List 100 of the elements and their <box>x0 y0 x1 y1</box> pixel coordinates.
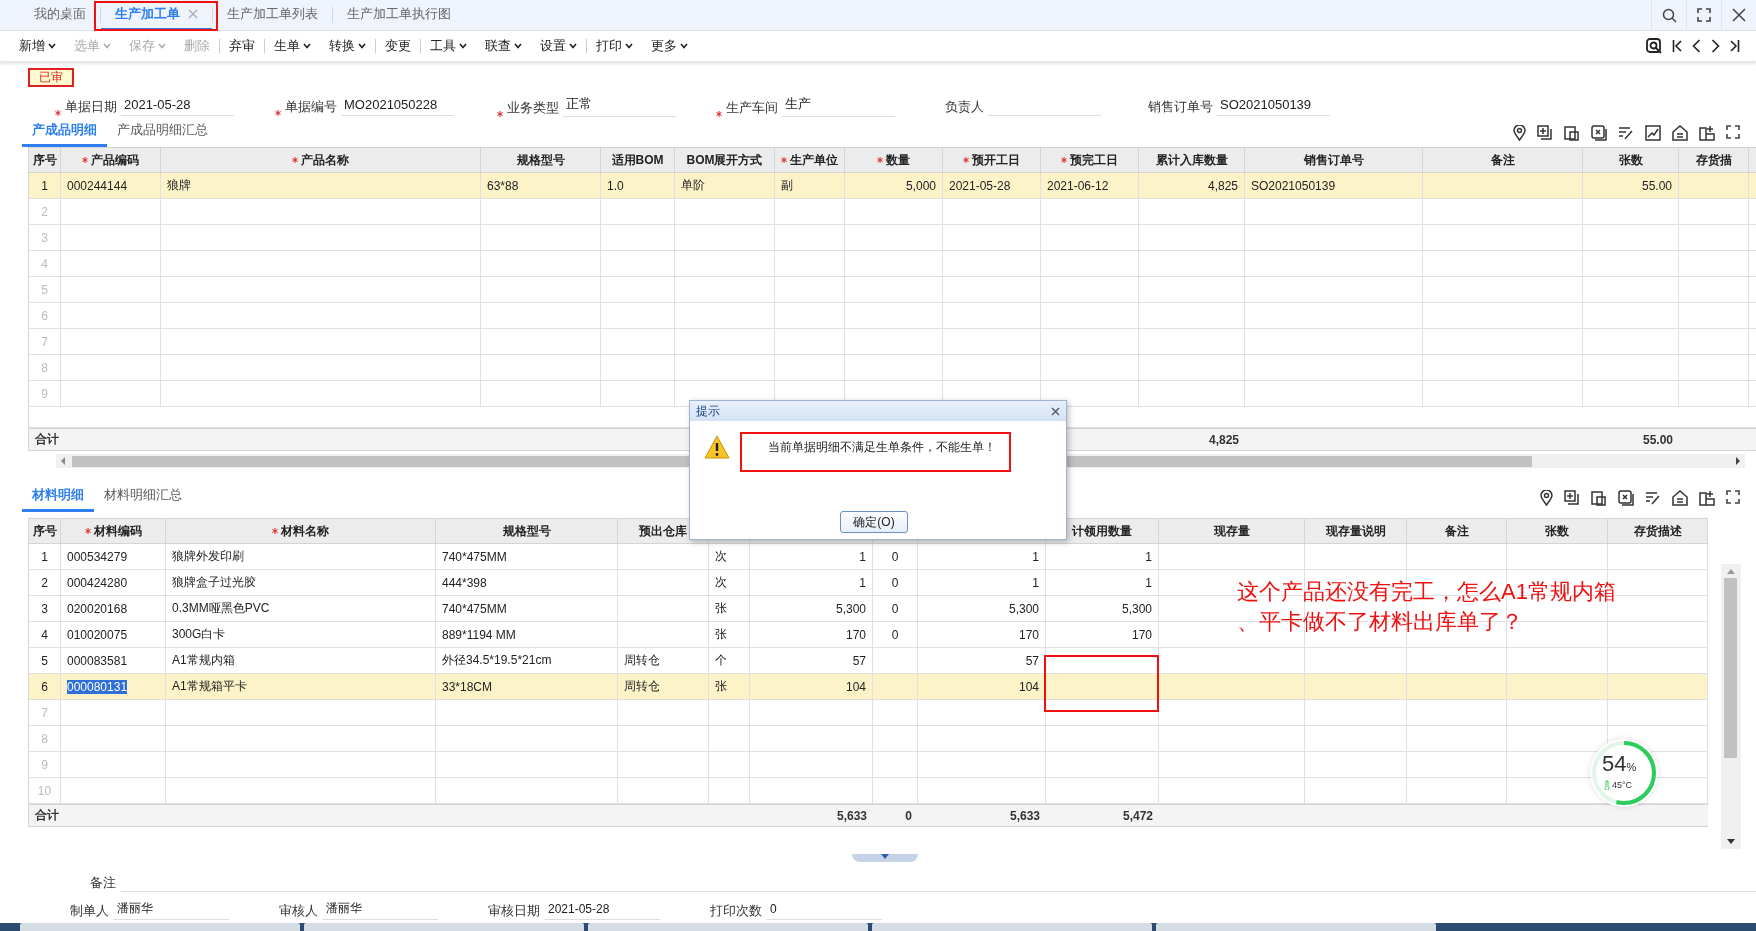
column-header[interactable]: 产品编码 <box>91 151 139 169</box>
column-header[interactable]: 存货描述 <box>1633 522 1682 540</box>
column-header[interactable]: 规格型号 <box>502 522 551 540</box>
columns-icon[interactable] <box>1699 490 1715 506</box>
toolbar-button[interactable]: 转换 <box>320 37 375 55</box>
clipboard-icon[interactable] <box>1564 125 1580 141</box>
toolbar-button[interactable]: 新增 <box>10 37 65 55</box>
location-pin-icon[interactable] <box>1540 490 1553 506</box>
document-tab[interactable]: 生产加工单执行图 <box>333 0 465 30</box>
edit-lines-icon[interactable] <box>1618 125 1634 141</box>
column-header[interactable]: 数量 <box>886 151 910 169</box>
scroll-right-icon[interactable] <box>1735 457 1741 465</box>
last-page-icon[interactable] <box>1730 39 1740 53</box>
column-header[interactable]: 产品名称 <box>301 151 349 169</box>
row-number[interactable]: 3 <box>41 601 48 616</box>
column-header[interactable]: 预出仓库 <box>639 522 687 540</box>
column-header[interactable]: 适用BOM <box>611 151 664 169</box>
toolbar-button[interactable]: 变更 <box>376 37 420 55</box>
section-tab[interactable]: 材料明细汇总 <box>94 486 192 512</box>
row-number[interactable]: 1 <box>41 549 48 564</box>
ok-button[interactable]: 确定(O) <box>840 511 908 533</box>
close-icon[interactable] <box>1051 406 1060 416</box>
column-header[interactable]: 备注 <box>1444 522 1469 540</box>
row-number[interactable]: 2 <box>41 575 48 590</box>
section-tab[interactable]: 产成品明细汇总 <box>107 121 218 147</box>
toolbar-button[interactable]: 生单 <box>265 37 320 55</box>
document-tab[interactable]: 我的桌面 <box>20 0 100 30</box>
preview-icon[interactable] <box>1646 38 1662 54</box>
clipboard-icon[interactable] <box>1591 490 1607 506</box>
fullscreen-icon[interactable] <box>1726 125 1740 139</box>
table-cell: 张 <box>715 626 727 643</box>
row-number[interactable]: 1 <box>41 178 48 193</box>
column-header[interactable]: 预完工日 <box>1070 151 1118 169</box>
close-icon[interactable] <box>1732 8 1746 22</box>
input-field[interactable]: 2021-05-28 <box>544 902 660 920</box>
search-icon[interactable] <box>1661 7 1677 23</box>
vertical-scrollbar[interactable] <box>1721 564 1741 849</box>
fullscreen-icon[interactable] <box>1697 8 1711 22</box>
collapse-handle[interactable] <box>852 854 918 862</box>
add-row-icon[interactable] <box>1537 125 1553 141</box>
delete-row-icon[interactable] <box>1618 490 1634 506</box>
previous-icon[interactable] <box>1692 39 1701 53</box>
location-pin-icon[interactable] <box>1513 125 1526 141</box>
toolbar-button[interactable]: 打印 <box>587 37 642 55</box>
column-header[interactable]: 备注 <box>1490 151 1515 169</box>
column-header[interactable]: 规格型号 <box>516 151 565 169</box>
column-header[interactable]: 材料名称 <box>281 522 329 540</box>
columns-icon[interactable] <box>1699 125 1715 141</box>
input-field[interactable]: 生产 <box>782 95 895 117</box>
total-value: 5,472 <box>1122 808 1153 823</box>
column-header[interactable]: 销售订单号 <box>1303 151 1364 169</box>
building-icon[interactable] <box>1672 125 1688 141</box>
scroll-down-icon[interactable] <box>1727 839 1735 844</box>
table-cell: 狼牌 <box>167 177 191 194</box>
table-cell: 1 <box>1032 549 1039 564</box>
table-cell: 63*88 <box>487 178 519 193</box>
row-number[interactable]: 5 <box>41 653 48 668</box>
input-field[interactable]: 0 <box>766 902 882 920</box>
column-header[interactable]: 张数 <box>1545 522 1569 540</box>
field-label: 生产车间 <box>726 99 778 117</box>
row-number[interactable]: 4 <box>41 627 48 642</box>
input-field[interactable]: 2021-05-28 <box>121 96 234 116</box>
toolbar-button[interactable]: 更多 <box>642 37 697 55</box>
next-icon[interactable] <box>1711 39 1720 53</box>
toolbar-button[interactable]: 弃审 <box>220 37 264 55</box>
column-header[interactable]: 存货描 <box>1695 151 1732 169</box>
scroll-left-icon[interactable] <box>60 457 66 465</box>
column-header[interactable]: 现存量 <box>1213 522 1250 540</box>
column-header[interactable]: 生产单位 <box>790 151 838 169</box>
input-field[interactable]: 潘丽华 <box>113 900 229 920</box>
column-header[interactable]: 预开工日 <box>972 151 1020 169</box>
column-header[interactable]: 材料编码 <box>93 522 142 540</box>
first-page-icon[interactable] <box>1672 39 1682 53</box>
column-header[interactable]: 计领用数量 <box>1072 522 1132 540</box>
toolbar-button[interactable]: 工具 <box>421 37 476 55</box>
column-header[interactable]: 现存量说明 <box>1325 522 1386 540</box>
document-tab[interactable]: 生产加工单列表 <box>213 0 332 30</box>
input-field[interactable]: 正常 <box>563 95 676 117</box>
toolbar-button[interactable]: 联查 <box>476 37 531 55</box>
building-icon[interactable] <box>1672 490 1688 506</box>
column-header[interactable]: 序号 <box>32 151 57 169</box>
column-header[interactable]: 张数 <box>1618 151 1643 169</box>
delete-row-icon[interactable] <box>1591 125 1607 141</box>
column-header[interactable]: 累计入库数量 <box>1155 151 1228 169</box>
table-cell: SO2021050139 <box>1251 178 1336 193</box>
column-header[interactable]: 序号 <box>32 522 57 540</box>
toolbar-button[interactable]: 设置 <box>531 37 586 55</box>
table-cell: 狼牌盒子过光胶 <box>172 574 256 591</box>
add-row-icon[interactable] <box>1564 490 1580 506</box>
input-field[interactable]: 潘丽华 <box>322 900 438 920</box>
section-tab[interactable]: 材料明细 <box>22 486 94 512</box>
caret-icon <box>881 854 889 859</box>
edit-lines-icon[interactable] <box>1645 490 1661 506</box>
table-cell: 170 <box>845 627 866 642</box>
column-header[interactable]: BOM展开方式 <box>686 151 763 169</box>
input-field[interactable]: SO2021050139 <box>1217 96 1330 116</box>
fullscreen-icon[interactable] <box>1726 490 1740 504</box>
row-number[interactable]: 6 <box>41 679 48 694</box>
chart-icon[interactable] <box>1645 125 1661 141</box>
input-field[interactable]: MO2021050228 <box>341 96 454 116</box>
